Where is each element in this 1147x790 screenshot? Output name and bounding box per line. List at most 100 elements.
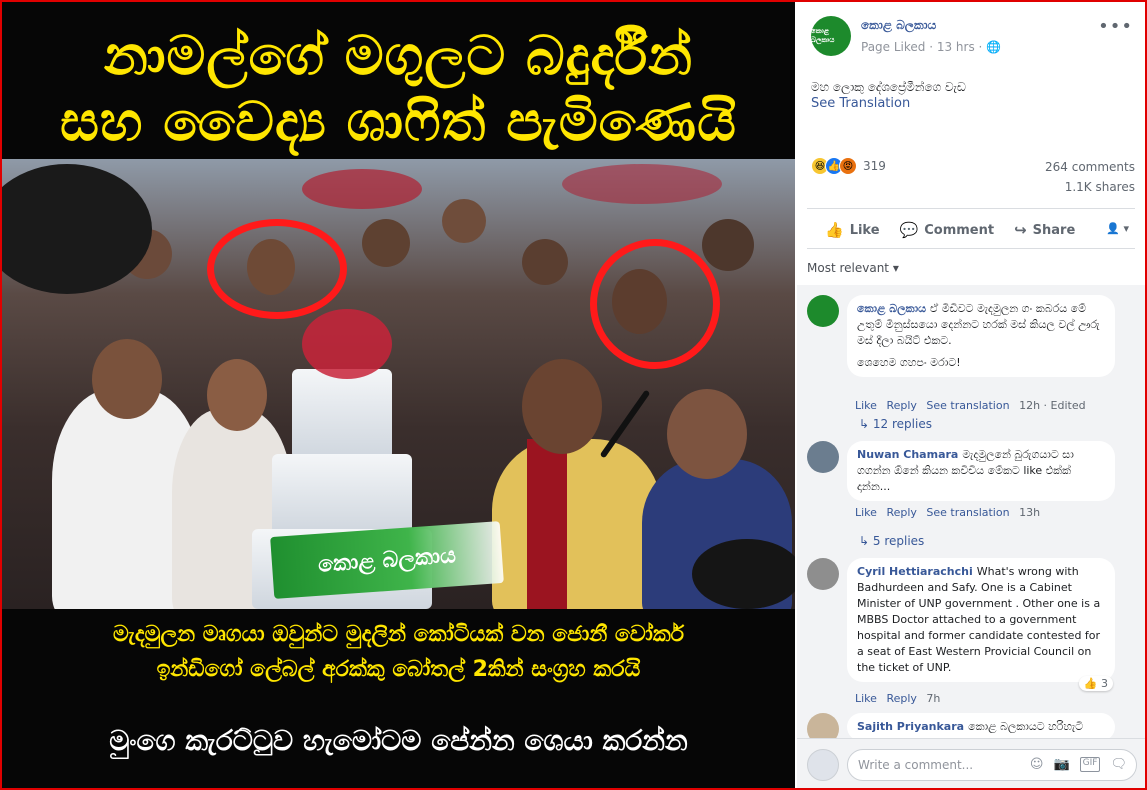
reaction-summary[interactable]: 😆 👍 😡 319 [811,157,886,175]
current-user-avatar [807,749,839,781]
angry-reaction-icon: 😡 [839,157,857,175]
comment-author[interactable]: කොළ බලකාය [857,302,926,315]
gif-icon[interactable]: GIF [1079,757,1101,772]
logo-text: කොළ බලකාය [317,542,457,578]
comment-item: Cyril Hettiarachchi What's wrong with Bad… [807,558,1135,708]
comment-reply-link[interactable]: Reply [886,506,916,519]
comment-reply-link[interactable]: Reply [886,692,916,705]
comment-bubble: Sajith Priyankara කොළ බලකායට හරිහැටි [847,713,1115,741]
cake-flowers [302,309,392,379]
comments-count-link[interactable]: 264 comments [1045,160,1135,174]
comment-like-badge[interactable]: 👍 3 [1078,676,1113,691]
see-translation-link[interactable]: See Translation [811,96,910,111]
post-action-bar: 👍 Like 💬 Comment ↪ Share [797,212,1145,248]
like-badge-count: 3 [1101,677,1108,690]
camera-lens [2,164,152,294]
comment-composer: Write a comment... ☺ 📷 GIF 🗨 [797,738,1145,788]
share-call-to-action: මුංගෙ කැරට්ටුව හැමෝටම පේන්න ශෙයා කරන්න [109,724,688,757]
reply-arrow-icon: ↳ [859,534,870,548]
red-shawl [527,439,567,609]
share-label: Share [1032,222,1076,238]
chevron-down-icon: ▾ [1123,222,1129,235]
comment-bubble: Nuwan Chamara මැදමුලනේ බුරුගයාට සා ගගන්න … [847,441,1115,501]
comment-bubble: කොළ බලකාය ඒ මිඩිවට මැදමුලන ගං කබරය මේ උතු… [847,295,1115,377]
comment-text: කොළ බලකායට හරිහැටි [968,720,1084,733]
comment-like-link[interactable]: Like [855,692,877,705]
post-image[interactable]: නාමල්ගේ මගුලට බදුර්දීන් සහ වෛද්‍ය ශාෆිත්… [2,2,795,788]
crowd-head [522,239,568,285]
woman-face [667,389,747,479]
thumbs-up-icon: 👍 [825,221,844,239]
comment-text: What's wrong with Badhurdeen and Safy. O… [857,565,1101,674]
page-name-link[interactable]: කොළ බලකාය [861,18,936,33]
share-arrow-icon: ↪ [1014,221,1027,239]
comment-meta: Like Reply See translation 12h · Edited [855,399,1086,412]
view-replies-link[interactable]: ↳ 5 replies [859,534,924,548]
divider [807,208,1135,209]
flower-decor [562,164,722,204]
audience-selector[interactable]: 👤 ▾ [1106,222,1129,235]
comment-author[interactable]: Cyril Hettiarachchi [857,565,973,578]
wedding-photo: කොළ බලකාය [2,159,795,609]
bride-face [207,359,267,431]
replies-label: 5 replies [872,534,925,548]
comment-like-link[interactable]: Like [855,399,877,412]
avatar-text: කොළ බලකාය [811,27,835,44]
caption-line-1: මැදමුලන මෘගයා ඔවුන්ට මුදලින් කෝටියක් වන … [112,622,685,647]
comment-button[interactable]: 💬 Comment [890,221,1005,239]
comment-time: 12h · Edited [1019,399,1086,412]
page-avatar[interactable]: කොළ බලකාය [811,16,851,56]
camera-body [692,539,795,609]
comment-label: Comment [924,222,995,238]
cake-tier-top [292,369,392,459]
red-circle-annotation [590,239,720,369]
crowd-head [702,219,754,271]
comment-item: Nuwan Chamara මැදමුලනේ බුරුගයාට සා ගගන්න … [807,441,1135,521]
share-button[interactable]: ↪ Share [1004,221,1085,239]
crowd-head [362,219,410,267]
comment-author[interactable]: Nuwan Chamara [857,448,958,461]
headline-line-1: නාමල්ගේ මගුලට බදුර්දීන් [103,24,694,87]
groom-face [92,339,162,419]
camera-icon[interactable]: 📷 [1053,757,1069,772]
person-icon: 👤 [1106,222,1120,235]
divider [807,248,1135,249]
headline-line-2: සහ වෛද්‍ය ශාෆිත් පැමිණෙයි [60,90,737,153]
reply-arrow-icon: ↳ [859,417,870,431]
post-meta: Page Liked · 13 hrs · 🌐 [861,40,1002,54]
comment-time: 7h [926,692,941,705]
cake-tier-mid [272,454,412,534]
post-sidebar: කොළ බලකාය කොළ බලකාය Page Liked · 13 hrs … [797,2,1145,788]
comment-author[interactable]: Sajith Priyankara [857,720,964,733]
red-circle-annotation [207,219,347,319]
view-replies-link[interactable]: ↳ 12 replies [859,417,932,431]
commenter-avatar[interactable] [807,441,839,473]
comment-text-line-2: ශෙහෙම ගහපං මරාට! [857,356,961,369]
comment-meta: Like Reply 7h [855,692,940,705]
man-face [522,359,602,454]
commenter-avatar[interactable] [807,295,839,327]
comment-sort-dropdown[interactable]: Most relevant ▾ [807,261,899,275]
comment-reply-link[interactable]: Reply [886,399,916,412]
crowd-head [442,199,486,243]
shares-count-link[interactable]: 1.1K shares [1065,180,1135,194]
comment-translation-link[interactable]: See translation [926,506,1009,519]
like-label: Like [849,222,880,238]
composer-tools: ☺ 📷 GIF 🗨 [1030,757,1127,772]
commenter-avatar[interactable] [807,558,839,590]
comment-meta: Like Reply See translation 13h [855,506,1040,519]
emoji-icon[interactable]: ☺ [1030,757,1044,772]
more-options-icon[interactable]: ••• [1098,16,1133,37]
like-button[interactable]: 👍 Like [815,221,890,239]
post-text: මහ ලොකු දේශප්‍රේමීන්ගෙ වැඩ [811,80,966,94]
caption-line-2: ඉන්ඩිගෝ ලේබල් අරක්කු බෝතල් 2කින් සංග්‍රහ… [156,657,641,682]
comment-like-link[interactable]: Like [855,506,877,519]
comments-section: කොළ බලකාය ඒ මිඩිවට මැදමුලන ගං කබරය මේ උතු… [797,285,1145,788]
reaction-count: 319 [863,159,886,173]
comment-item: කොළ බලකාය ඒ මිඩිවට මැදමුලන ගං කබරය මේ උතු… [807,295,1135,415]
sticker-icon[interactable]: 🗨 [1110,757,1127,772]
comment-translation-link[interactable]: See translation [926,399,1009,412]
man-figure [492,439,662,609]
flower-decor [302,169,422,209]
replies-label: 12 replies [872,417,932,431]
